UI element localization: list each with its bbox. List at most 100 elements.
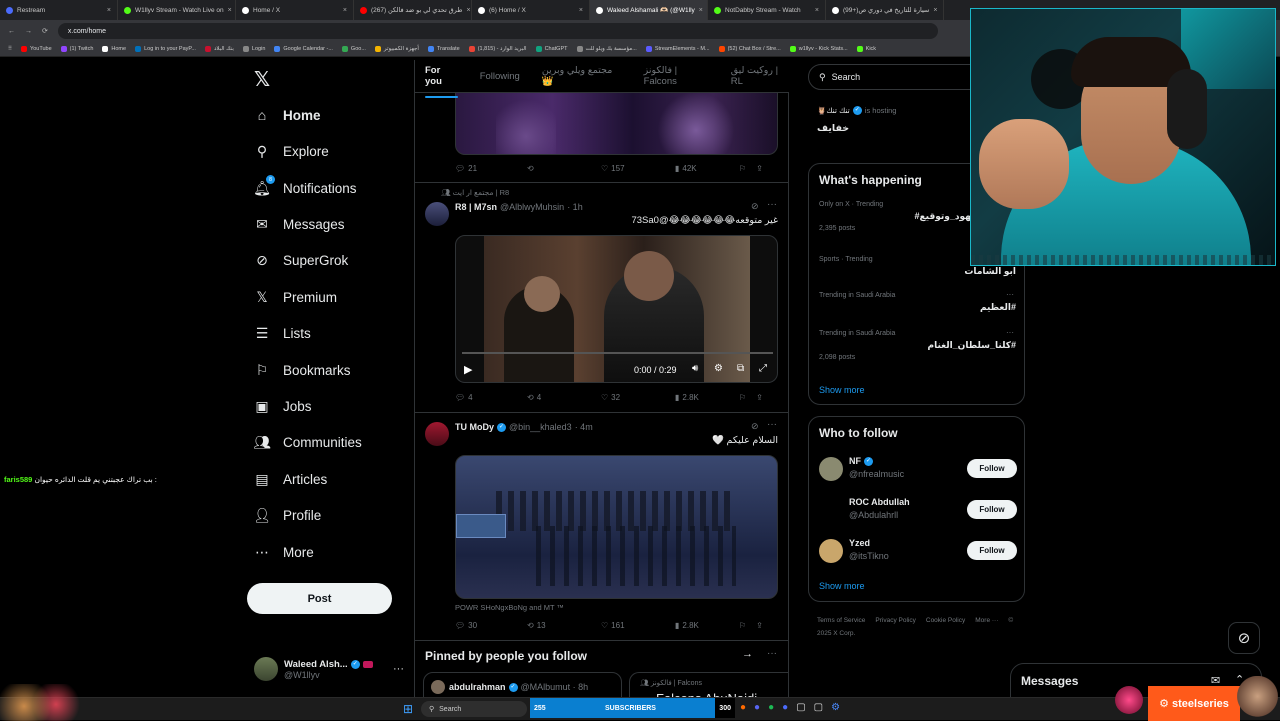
avatar[interactable] <box>425 202 449 226</box>
bookmark-button[interactable]: ⚐ <box>739 621 746 630</box>
tweet-media-image[interactable] <box>455 93 778 155</box>
bookmark-item[interactable]: (1) Twitch <box>60 46 93 52</box>
bookmark-item[interactable]: Home <box>102 46 126 52</box>
trend-item[interactable]: Trending in Saudi Arabia ··· #العظيم <box>819 290 1016 313</box>
bookmark-button[interactable]: ⚐ <box>739 164 746 173</box>
browser-tab[interactable]: Home / X × <box>236 0 354 20</box>
app-icon[interactable]: ● <box>782 702 788 713</box>
close-icon[interactable]: × <box>815 7 819 14</box>
more-icon[interactable]: ··· <box>767 199 777 210</box>
apps-icon[interactable]: ⠿ <box>8 46 12 52</box>
address-bar[interactable]: x.com/home <box>57 23 938 39</box>
share-button[interactable]: ⇪ <box>756 164 763 173</box>
play-icon[interactable]: ▶ <box>464 363 472 376</box>
spaces-title[interactable]: خفايف <box>817 123 849 134</box>
close-icon[interactable]: × <box>699 7 703 14</box>
like-button[interactable]: ♡ 157 <box>601 164 675 173</box>
browser-tab[interactable]: (267) طرق تحدي لي بو ضد فالكن × <box>354 0 472 20</box>
timeline-tab[interactable]: روكيت ليق | RL <box>731 65 789 87</box>
retweet-button[interactable]: ⟲ <box>527 164 601 173</box>
fullscreen-icon[interactable]: ⤢ <box>759 363 767 374</box>
show-more-link[interactable]: Show more <box>819 385 865 395</box>
share-button[interactable]: ⇪ <box>756 393 763 402</box>
more-icon[interactable]: ··· <box>1006 290 1014 299</box>
nav-item-premium[interactable]: 𝕏 Premium <box>254 286 337 308</box>
reload-icon[interactable]: ⟳ <box>42 27 48 35</box>
like-button[interactable]: ♡ 161 <box>601 621 675 630</box>
grok-icon[interactable]: ⊘ <box>751 201 759 212</box>
bookmark-item[interactable]: ChatGPT <box>535 46 568 52</box>
footer-link[interactable]: More ··· <box>975 617 998 624</box>
nav-item-jobs[interactable]: ▣ Jobs <box>254 395 311 417</box>
pip-icon[interactable]: ⧉ <box>737 363 744 374</box>
retweet-button[interactable]: ⟲ 13 <box>527 621 601 630</box>
close-icon[interactable]: × <box>107 7 111 14</box>
x-logo-icon[interactable]: 𝕏 <box>254 67 270 91</box>
volume-icon[interactable]: 🔊︎ <box>692 363 698 374</box>
follow-button[interactable]: Follow <box>967 500 1017 519</box>
tweet-media-image[interactable] <box>455 455 778 599</box>
app-icon[interactable]: ▢ <box>796 702 805 713</box>
bookmark-item[interactable]: Kick <box>856 46 876 52</box>
browser-tab[interactable]: W1llyv Stream - Watch Live on × <box>118 0 236 20</box>
follow-button[interactable]: Follow <box>967 541 1017 560</box>
bookmark-item[interactable]: YouTube <box>21 46 52 52</box>
bookmark-item[interactable]: Log in to your PayP... <box>135 46 196 52</box>
taskbar-search[interactable]: ⚲ Search <box>421 701 527 717</box>
settings-icon[interactable]: ⚙ <box>714 363 723 374</box>
grok-icon[interactable]: ⊘ <box>751 421 759 432</box>
discord-icon[interactable]: ● <box>754 702 760 713</box>
nav-item-supergrok[interactable]: ⊘ SuperGrok <box>254 249 348 271</box>
author-name[interactable]: TU MoDy <box>455 422 494 432</box>
nav-item-communities[interactable]: 👥︎ Communities <box>253 431 362 453</box>
browser-tab[interactable]: (99+)سيارة للتاريخ في دوري ص × <box>826 0 944 20</box>
bookmark-item[interactable]: Goo... <box>341 46 366 52</box>
nav-item-notifications[interactable]: 🔔︎ 8 Notifications <box>253 175 357 199</box>
avatar[interactable] <box>425 422 449 446</box>
bookmark-item[interactable]: بنك البلاد <box>204 46 234 52</box>
nav-item-articles[interactable]: ▤ Articles <box>254 468 327 490</box>
bookmark-item[interactable]: مؤسسة بك ويلو للت... <box>576 46 637 52</box>
nav-item-messages[interactable]: ✉ Messages <box>254 213 344 235</box>
footer-link[interactable]: Terms of Service <box>817 617 865 624</box>
spaces-host[interactable]: 🦉تنك تنك ✓ is hosting <box>817 106 896 115</box>
nav-item-home[interactable]: ⌂ Home <box>254 104 321 126</box>
browser-tab[interactable]: NotDabby Stream - Watch × <box>708 0 826 20</box>
windows-start-icon[interactable]: ⊞ <box>403 702 413 716</box>
views-count[interactable]: ▮ 2.8K <box>675 393 739 402</box>
timeline-tab[interactable]: فالكونز | Falcons <box>644 65 709 87</box>
more-icon[interactable]: ··· <box>767 419 777 430</box>
timeline-tab[interactable]: مجتمع ويلي وبرين 👑 <box>542 65 622 87</box>
views-count[interactable]: ▮ 2.8K <box>675 621 739 630</box>
close-icon[interactable]: × <box>579 7 583 14</box>
reply-button[interactable]: 💬︎ 30 <box>455 621 527 630</box>
nav-item-bookmarks[interactable]: ⚐ Bookmarks <box>254 359 351 381</box>
views-count[interactable]: ▮ 42K <box>675 164 739 173</box>
tweet-time[interactable]: · 1h <box>567 202 583 212</box>
retweet-button[interactable]: ⟲ 4 <box>527 393 601 402</box>
author-handle[interactable]: @AlblwyMuhsin <box>500 202 564 212</box>
author-handle[interactable]: @bin__khaled3 <box>509 422 572 432</box>
browser-tab[interactable]: (6) Home / X × <box>472 0 590 20</box>
footer-link[interactable]: Cookie Policy <box>926 617 965 624</box>
reply-button[interactable]: 💬︎ 4 <box>455 393 527 402</box>
tweet-time[interactable]: · 4m <box>575 422 593 432</box>
bookmark-item[interactable]: البريد الوارد - (1,815) <box>468 46 527 52</box>
bookmark-item[interactable]: (52) Chat Box / Stre... <box>718 46 781 52</box>
more-icon[interactable]: ··· <box>767 648 777 659</box>
app-icon[interactable]: ▢ <box>814 702 823 713</box>
bookmark-item[interactable]: w1llyv - Kick Stats... <box>789 46 848 52</box>
bookmark-item[interactable]: Translate <box>427 46 460 52</box>
nav-item-lists[interactable]: ☰ Lists <box>254 322 311 344</box>
share-button[interactable]: ⇪ <box>756 621 763 630</box>
follow-suggestion[interactable]: ROC Abdullah @Abdulahrll Follow <box>819 496 1017 526</box>
browser-tab[interactable]: Waleed Alshamali 🫶🏻 (@W1lly × <box>590 0 708 20</box>
more-icon[interactable]: ··· <box>1006 328 1014 337</box>
nav-item-profile[interactable]: 👤︎ Profile <box>253 504 321 526</box>
app-icon[interactable]: ● <box>740 702 746 713</box>
follow-suggestion[interactable]: NF ✓ @nfrealmusic Follow <box>819 455 1017 485</box>
follow-suggestion[interactable]: Yzed @itsTikno Follow <box>819 537 1017 567</box>
app-icon[interactable]: ⚙ <box>831 702 840 713</box>
nav-item-more[interactable]: ⋯ More <box>254 541 314 563</box>
bookmark-item[interactable]: Google Calendar -... <box>274 46 333 52</box>
